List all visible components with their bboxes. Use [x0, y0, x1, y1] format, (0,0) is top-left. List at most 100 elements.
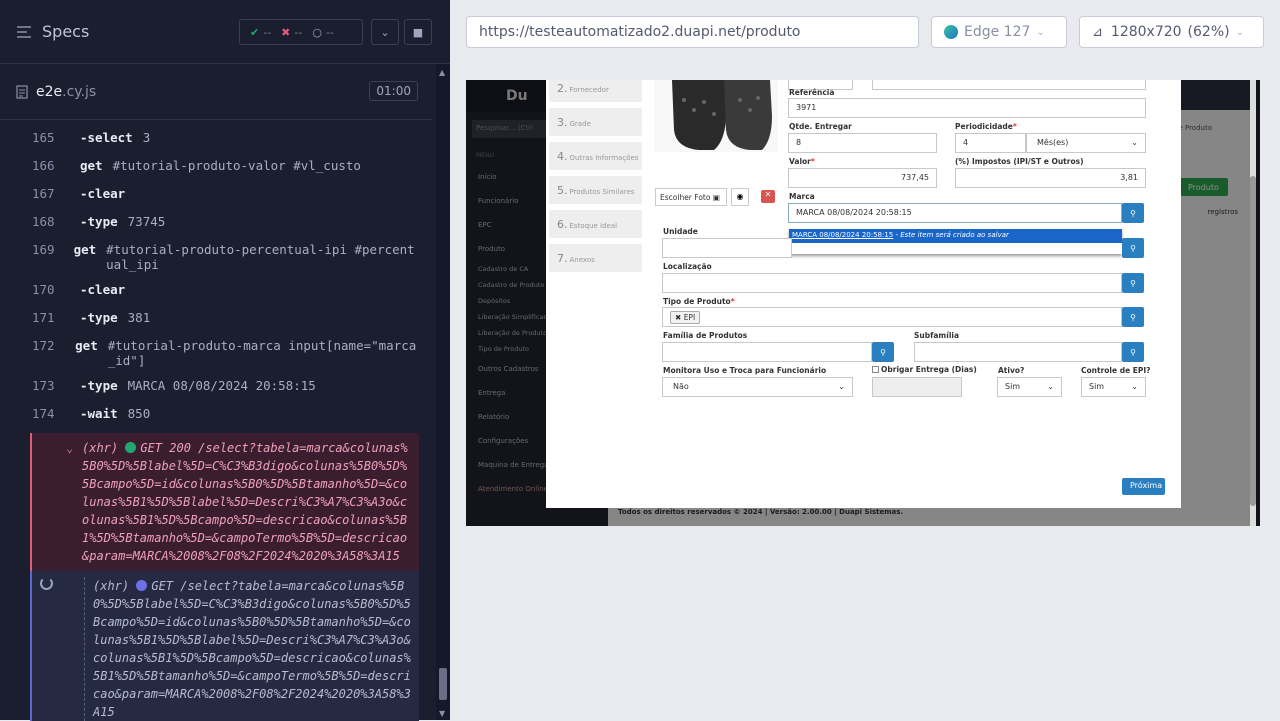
valor-label: Valor* [789, 157, 815, 166]
cross-icon: ✖ [281, 25, 291, 39]
spec-timer: 01:00 [369, 81, 418, 101]
referencia-field[interactable]: 3971 [788, 98, 1146, 118]
marca-label: Marca [789, 192, 815, 201]
tipo-label: Tipo de Produto* [663, 297, 735, 306]
obrigar-checkbox[interactable] [872, 366, 879, 373]
command-row[interactable]: 166 get #tutorial-produto-valor #vl_custo [16, 153, 419, 181]
marca-search-button[interactable]: ⚲ [1122, 203, 1144, 223]
specs-title[interactable]: Specs [42, 22, 89, 41]
obrigar-field[interactable] [872, 377, 962, 397]
wizard-step[interactable]: 4. Outras Informações [549, 142, 642, 170]
command-arg: MARCA 08/08/2024 20:58:15 [127, 378, 316, 393]
camera-icon[interactable]: ◉ [731, 188, 749, 206]
url-bar[interactable]: https://testeautomatizado2.duapi.net/pro… [466, 16, 919, 48]
qtde-field[interactable]: 8 [788, 133, 937, 153]
command-log: 165 select 3 166 get #tutorial-produto-valor … [16, 125, 419, 721]
scroll-down-icon[interactable]: ▼ [439, 709, 445, 718]
controle-select[interactable]: Sim ⌄ [1081, 377, 1146, 397]
tipo-field[interactable]: ✖ EPI [662, 307, 1122, 327]
wizard-step[interactable]: 3. Grade [549, 108, 642, 136]
line-number: 172 [32, 338, 55, 353]
menu-icon[interactable] [16, 25, 32, 39]
impostos-field[interactable]: 3,81 [955, 168, 1146, 188]
command-row[interactable]: 169 get #tutorial-produto-percentual-ipi #… [16, 237, 419, 277]
tipo-search-button[interactable]: ⚲ [1122, 307, 1144, 327]
search-icon: ⚲ [880, 347, 886, 357]
command-arg: 381 [127, 310, 151, 325]
command-name: type [80, 378, 118, 396]
command-scrollbar[interactable]: ▲ ▼ [436, 64, 450, 720]
command-row[interactable]: 171 type 381 [16, 305, 419, 333]
command-row[interactable]: 167 clear [16, 181, 419, 209]
wizard-step[interactable]: 5. Produtos Similares [549, 176, 642, 204]
command-row[interactable]: 165 select 3 [16, 125, 419, 153]
chevron-down-icon: ⌄ [838, 382, 845, 391]
command-row[interactable]: 173 type MARCA 08/08/2024 20:58:15 [16, 373, 419, 401]
familia-field[interactable] [662, 342, 872, 362]
command-row[interactable]: 168 type 73745 [16, 209, 419, 237]
close-icon[interactable]: ✖ [675, 313, 681, 322]
search-icon: ⚲ [1130, 347, 1136, 357]
unidade-search-button[interactable]: ⚲ [1122, 238, 1144, 258]
periodicidade-unit-select[interactable]: Mês(es) ⌄ [1026, 133, 1146, 153]
spinner-icon [40, 577, 53, 590]
wizard-step[interactable]: 6. Estoque Ideal [549, 210, 642, 238]
pending-count: -- [325, 25, 334, 39]
valor-field[interactable]: 737,45 [788, 168, 937, 188]
localizacao-field[interactable] [662, 273, 1122, 293]
familia-search-button[interactable]: ⚲ [872, 342, 894, 362]
command-arg: #tutorial-produto-percentual-ipi #percen… [106, 242, 415, 272]
browser-selector[interactable]: Edge 127 ⌄ [931, 16, 1067, 48]
xhr-url: GET /select?tabela=marca&colunas%5B0%5D%… [93, 579, 411, 719]
marca-field[interactable]: MARCA 08/08/2024 20:58:15 [788, 203, 1122, 223]
chevron-down-icon: ⌄ [1047, 382, 1054, 391]
search-icon: ⚲ [1130, 278, 1136, 288]
file-icon [16, 84, 28, 99]
subfamilia-label: Subfamília [914, 331, 960, 340]
next-button[interactable]: Próxima [1122, 478, 1165, 495]
command-arg: 73745 [127, 214, 166, 229]
line-number: 168 [32, 214, 55, 229]
unidade-field[interactable] [662, 238, 792, 258]
subfamilia-field[interactable] [914, 342, 1122, 362]
line-number: 173 [32, 378, 55, 393]
command-row[interactable]: 170 clear [16, 277, 419, 305]
localizacao-search-button[interactable]: ⚲ [1122, 273, 1144, 293]
chevron-down-icon: ⌄ [1036, 26, 1045, 38]
line-number: 169 [32, 242, 55, 257]
subfamilia-search-button[interactable]: ⚲ [1122, 342, 1144, 362]
monitora-select[interactable]: Não ⌄ [662, 377, 853, 397]
ruler-icon: ⊿ [1092, 24, 1103, 40]
wizard-step[interactable]: 7. Anexos [549, 244, 642, 272]
spec-file-name[interactable]: e2e.cy.js [36, 84, 96, 100]
ativo-label: Ativo? [998, 366, 1025, 375]
xhr-label: (xhr) [82, 441, 119, 455]
command-arg: #tutorial-produto-valor #vl_custo [112, 158, 361, 173]
delete-photo-icon[interactable]: ✕ [761, 190, 775, 203]
tipo-tag[interactable]: ✖ EPI [670, 311, 701, 324]
xhr-pending[interactable]: (xhr) GET /select?tabela=marca&colunas%5… [30, 571, 419, 721]
scroll-thumb[interactable] [439, 668, 447, 700]
xhr-complete[interactable]: ⌄ (xhr) GET 200 /select?tabela=marca&colu… [30, 433, 419, 571]
scroll-up-icon[interactable]: ▲ [439, 68, 445, 77]
chevron-down-icon[interactable]: ⌄ [371, 19, 399, 45]
command-row[interactable]: 172 get #tutorial-produto-marca input[name… [16, 333, 419, 373]
controle-label: Controle de EPI? [1081, 366, 1151, 375]
preview-scrollbar[interactable] [1250, 80, 1256, 526]
app-preview: Du Pesquisar... (Ctrl MENU Início Funcion… [466, 80, 1260, 526]
command-row[interactable]: 174 wait 850 [16, 401, 419, 429]
check-icon: ✔ [250, 25, 260, 39]
periodicidade-field[interactable]: 4 [955, 133, 1026, 153]
produto-modal: 2. Fornecedor 3. Grade 4. Outras Informações 5… [546, 80, 1181, 508]
stop-icon[interactable]: ■ [404, 19, 432, 45]
marca-suggestion-item[interactable]: MARCA 08/08/2024 20:58:15 - Este item se… [789, 229, 1122, 243]
choose-photo-button[interactable]: Escolher Foto ▣ [655, 188, 727, 206]
chevron-down-icon[interactable]: ⌄ [66, 439, 73, 457]
top-input-b[interactable] [872, 80, 1146, 90]
viewport-selector[interactable]: ⊿ 1280x720 (62%) ⌄ [1079, 16, 1264, 48]
command-name: select [80, 130, 133, 148]
wizard-step[interactable]: 2. Fornecedor [549, 80, 642, 102]
xhr-url: GET 200 /select?tabela=marca&colunas%5B0… [82, 441, 408, 563]
ativo-select[interactable]: Sim ⌄ [997, 377, 1062, 397]
xhr-label: (xhr) [93, 579, 130, 593]
